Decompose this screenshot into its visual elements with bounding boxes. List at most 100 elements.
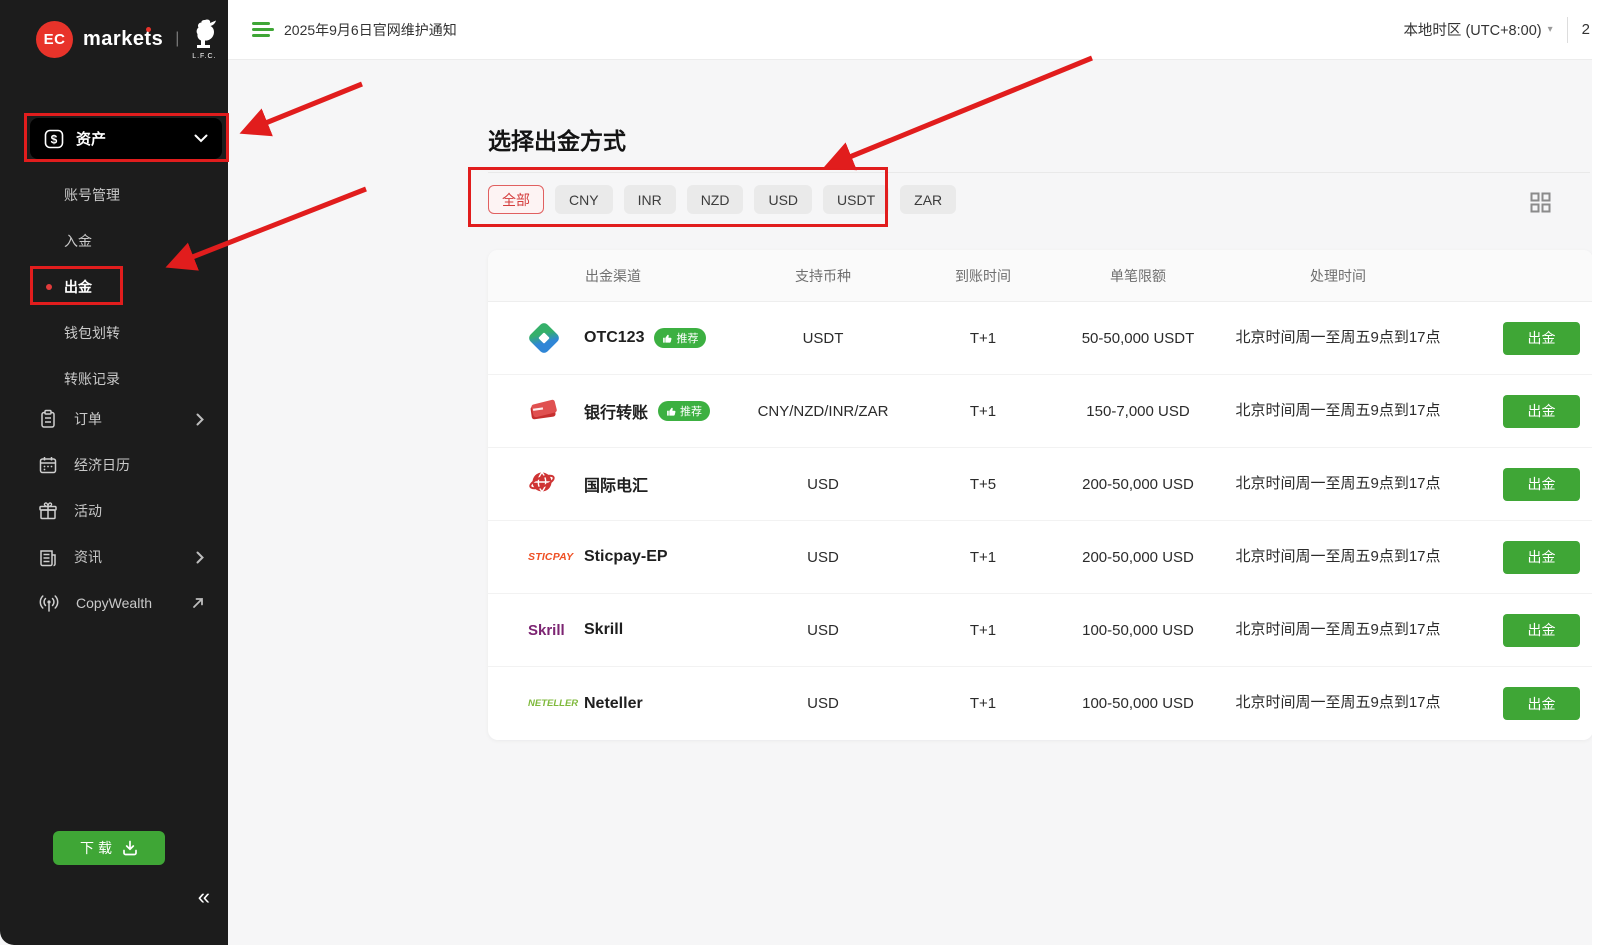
currency-filter-bar: 全部 CNY INR NZD USD USDT ZAR bbox=[488, 185, 956, 214]
sidebar-item-copywealth[interactable]: CopyWealth bbox=[0, 580, 228, 626]
collapse-sidebar-icon[interactable]: « bbox=[198, 884, 210, 910]
column-header: 到账时间 bbox=[908, 266, 1058, 286]
page-title: 选择出金方式 bbox=[488, 122, 626, 156]
calendar-icon bbox=[38, 455, 58, 475]
sidebar-item-label: CopyWealth bbox=[76, 595, 176, 611]
table-row: 国际电汇 USD T+5 200-50,000 USD 北京时间周一至周五9点到… bbox=[488, 448, 1593, 521]
filter-chip-全部[interactable]: 全部 bbox=[488, 185, 544, 214]
single-limit: 100-50,000 USD bbox=[1058, 622, 1218, 639]
svg-text:$: $ bbox=[51, 132, 58, 146]
bank-transfer-icon bbox=[528, 396, 558, 426]
badge-label: 推荐 bbox=[680, 403, 702, 419]
chevron-right-icon bbox=[196, 413, 204, 426]
supported-currencies: USD bbox=[738, 549, 908, 566]
supported-currencies: USDT bbox=[738, 330, 908, 347]
sidebar-subitem-出金[interactable]: 出金 bbox=[0, 264, 228, 310]
withdraw-button[interactable]: 出金 bbox=[1503, 614, 1580, 647]
single-limit: 200-50,000 USD bbox=[1058, 476, 1218, 493]
withdraw-button[interactable]: 出金 bbox=[1503, 395, 1580, 428]
globe-icon bbox=[528, 468, 556, 500]
scrollbar-gutter[interactable] bbox=[1592, 0, 1600, 945]
sidebar-item-economic-calendar[interactable]: 经济日历 bbox=[0, 442, 228, 488]
withdraw-button[interactable]: 出金 bbox=[1503, 322, 1580, 355]
processing-time: 北京时间周一至周五9点到17点 bbox=[1229, 473, 1447, 496]
withdraw-button[interactable]: 出金 bbox=[1503, 468, 1580, 501]
external-link-icon bbox=[192, 597, 204, 609]
page: EC markets | L.F.C. $ 资产 账号管理入金出金钱包划转转账记… bbox=[0, 0, 1600, 945]
otc123-icon bbox=[527, 321, 561, 355]
sidebar-item-orders[interactable]: 订单 bbox=[0, 396, 228, 442]
processing-time: 北京时间周一至周五9点到17点 bbox=[1229, 619, 1447, 642]
newspaper-icon bbox=[38, 547, 58, 567]
clock-text: 2 bbox=[1582, 21, 1590, 38]
table-row: OTC123 推荐 USDT T+1 50-50,000 USDT 北京时间周一… bbox=[488, 302, 1593, 375]
single-limit: 200-50,000 USD bbox=[1058, 549, 1218, 566]
clipboard-icon bbox=[38, 409, 58, 429]
logo-divider: | bbox=[175, 30, 179, 48]
channel-name: Sticpay-EP bbox=[584, 548, 668, 566]
sidebar-item-assets[interactable]: $ 资产 bbox=[30, 118, 222, 159]
active-dot bbox=[46, 284, 52, 290]
column-header: 出金渠道 bbox=[488, 266, 738, 286]
sidebar-subitem-label: 入金 bbox=[64, 231, 92, 251]
grid-view-icon[interactable] bbox=[1530, 192, 1551, 218]
sticpay-ep-logo: STICPAY bbox=[528, 551, 573, 563]
ec-logo-icon: EC bbox=[36, 21, 73, 58]
download-button[interactable]: 下载 bbox=[53, 831, 165, 865]
withdraw-button[interactable]: 出金 bbox=[1503, 687, 1580, 720]
download-icon bbox=[122, 840, 138, 856]
arrival-time: T+1 bbox=[908, 403, 1058, 420]
sidebar-subitem-入金[interactable]: 入金 bbox=[0, 218, 228, 264]
withdraw-button[interactable]: 出金 bbox=[1503, 541, 1580, 574]
main-content: 选择出金方式 全部 CNY INR NZD USD USDT ZAR 出金渠道 支持币种 到… bbox=[228, 60, 1600, 945]
sidebar-subitem-账号管理[interactable]: 账号管理 bbox=[0, 172, 228, 218]
supported-currencies: USD bbox=[738, 622, 908, 639]
payment-icon-wrap: NETELLER bbox=[528, 698, 574, 709]
sidebar-item-label: 订单 bbox=[74, 409, 180, 429]
processing-time: 北京时间周一至周五9点到17点 bbox=[1229, 546, 1447, 569]
sidebar-subitem-钱包划转[interactable]: 钱包划转 bbox=[0, 310, 228, 356]
sidebar-subitem-label: 转账记录 bbox=[64, 369, 120, 389]
filter-chip-CNY[interactable]: CNY bbox=[555, 185, 613, 214]
channel-name: OTC123 bbox=[584, 329, 644, 347]
processing-time: 北京时间周一至周五9点到17点 bbox=[1229, 327, 1447, 350]
payment-icon-wrap: STICPAY bbox=[528, 551, 574, 563]
recommended-badge: 推荐 bbox=[658, 401, 710, 421]
sidebar-item-activities[interactable]: 活动 bbox=[0, 488, 228, 534]
supported-currencies: USD bbox=[738, 695, 908, 712]
table-row: Skrill Skrill USD T+1 100-50,000 USD 北京时… bbox=[488, 594, 1593, 667]
assets-submenu: 账号管理入金出金钱包划转转账记录 bbox=[0, 172, 228, 402]
recommended-badge: 推荐 bbox=[654, 328, 706, 348]
filter-chip-ZAR[interactable]: ZAR bbox=[900, 185, 956, 214]
sidebar-item-news[interactable]: 资讯 bbox=[0, 534, 228, 580]
table-body: OTC123 推荐 USDT T+1 50-50,000 USDT 北京时间周一… bbox=[488, 302, 1593, 740]
channel-name: Neteller bbox=[584, 695, 643, 713]
thumbs-up-icon bbox=[662, 333, 673, 344]
arrival-time: T+1 bbox=[908, 695, 1058, 712]
topbar: 2025年9月6日官网维护通知 本地时区 (UTC+8:00) ▾ 2 bbox=[228, 0, 1600, 60]
single-limit: 50-50,000 USDT bbox=[1058, 330, 1218, 347]
channel-name: 银行转账 bbox=[584, 399, 648, 423]
table-row: STICPAY Sticpay-EP USD T+1 200-50,000 US… bbox=[488, 521, 1593, 594]
timezone-selector[interactable]: 本地时区 (UTC+8:00) ▾ bbox=[1403, 19, 1552, 40]
table-row: NETELLER Neteller USD T+1 100-50,000 USD… bbox=[488, 667, 1593, 740]
withdraw-methods-table: 出金渠道 支持币种 到账时间 单笔限额 处理时间 OTC123 推荐 USDT … bbox=[488, 250, 1593, 740]
payment-icon-wrap bbox=[528, 468, 574, 500]
filter-chip-INR[interactable]: INR bbox=[624, 185, 676, 214]
supported-currencies: USD bbox=[738, 476, 908, 493]
timezone-label: 本地时区 (UTC+8:00) bbox=[1403, 19, 1541, 40]
announcement-icon bbox=[252, 22, 274, 37]
channel-name: 国际电汇 bbox=[584, 472, 648, 496]
caret-down-icon: ▾ bbox=[1548, 24, 1553, 35]
filter-chip-NZD[interactable]: NZD bbox=[687, 185, 744, 214]
filter-chip-USDT[interactable]: USDT bbox=[823, 185, 889, 214]
skrill-logo: Skrill bbox=[528, 622, 565, 639]
filter-chip-USD[interactable]: USD bbox=[754, 185, 812, 214]
chevron-down-icon bbox=[194, 134, 208, 143]
supported-currencies: CNY/NZD/INR/ZAR bbox=[738, 403, 908, 420]
gift-icon bbox=[38, 501, 58, 521]
channel-name: Skrill bbox=[584, 621, 623, 639]
dollar-square-icon: $ bbox=[44, 129, 64, 149]
maintenance-notice[interactable]: 2025年9月6日官网维护通知 bbox=[252, 20, 457, 40]
processing-time: 北京时间周一至周五9点到17点 bbox=[1229, 400, 1447, 423]
